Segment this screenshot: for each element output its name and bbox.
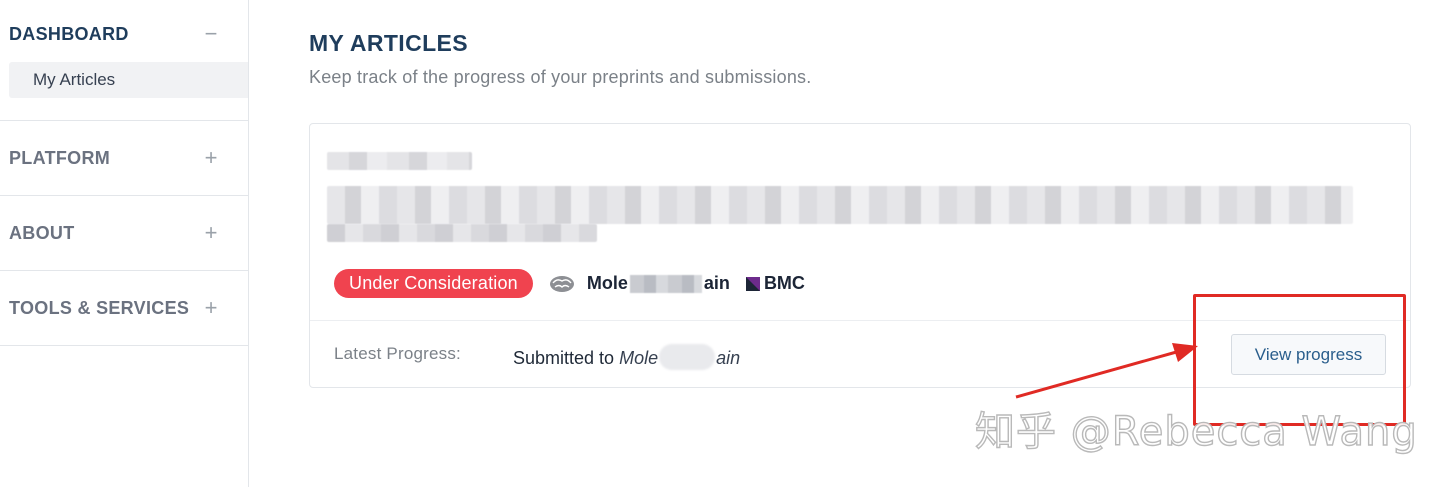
collapse-icon[interactable]: − — [202, 21, 220, 47]
journal-name-end: ain — [703, 273, 730, 293]
page-subtitle: Keep track of the progress of your prepr… — [309, 67, 812, 87]
latest-progress-label: Latest Progress: — [334, 344, 461, 363]
sidebar: DASHBOARD − My Articles PLATFORM + ABOUT… — [0, 0, 249, 487]
nav-title-about: ABOUT — [9, 222, 75, 243]
article-tags: Under Consideration Mole ain BMC — [334, 269, 805, 298]
expand-icon[interactable]: + — [202, 220, 220, 246]
latest-progress-value: Submitted to Mole ain — [513, 344, 740, 370]
nav-header-tools-services[interactable]: TOOLS & SERVICES + — [0, 271, 248, 345]
redacted-article-title[interactable] — [327, 186, 1353, 224]
latest-progress-journal-start: Mole — [619, 348, 659, 368]
bmc-logo-icon — [745, 276, 760, 291]
nav-section-tools-services: TOOLS & SERVICES + — [0, 271, 248, 346]
view-progress-button[interactable]: View progress — [1231, 334, 1386, 375]
status-badge: Under Consideration — [334, 269, 533, 298]
card-divider — [310, 320, 1410, 321]
nav-title-platform: PLATFORM — [9, 147, 111, 168]
redacted-progress-journal — [659, 344, 716, 370]
page-title: MY ARTICLES — [309, 30, 469, 56]
sidebar-item-my-articles[interactable]: My Articles — [9, 62, 248, 98]
nav-section-platform: PLATFORM + — [0, 121, 248, 196]
nav-title-tools-services: TOOLS & SERVICES — [9, 297, 190, 318]
journal-name: Mole ain — [549, 273, 730, 294]
main-content: MY ARTICLES Keep track of the progress o… — [309, 0, 1411, 388]
nav-header-platform[interactable]: PLATFORM + — [0, 121, 248, 195]
nav-title-dashboard: DASHBOARD — [9, 23, 129, 44]
latest-progress-text: Submitted to — [513, 348, 615, 368]
redacted-journal-name — [629, 274, 702, 293]
nav-section-about: ABOUT + — [0, 196, 248, 271]
nav-header-dashboard[interactable]: DASHBOARD − — [0, 0, 248, 68]
expand-icon[interactable]: + — [202, 295, 220, 321]
nav-section-dashboard: DASHBOARD − My Articles — [0, 0, 248, 121]
redacted-article-title-line2[interactable] — [327, 224, 597, 242]
expand-icon[interactable]: + — [202, 145, 220, 171]
publisher-name: BMC — [763, 273, 805, 293]
nav-header-about[interactable]: ABOUT + — [0, 196, 248, 270]
latest-progress-journal-end: ain — [716, 348, 741, 368]
article-card: Under Consideration Mole ain BMC Latest … — [309, 123, 1411, 388]
journal-name-start: Mole — [586, 273, 628, 293]
publisher: BMC — [745, 273, 805, 294]
watermark: 知乎 @Rebecca Wang — [974, 408, 1418, 455]
brain-icon — [549, 275, 574, 292]
redacted-article-meta — [327, 152, 472, 170]
